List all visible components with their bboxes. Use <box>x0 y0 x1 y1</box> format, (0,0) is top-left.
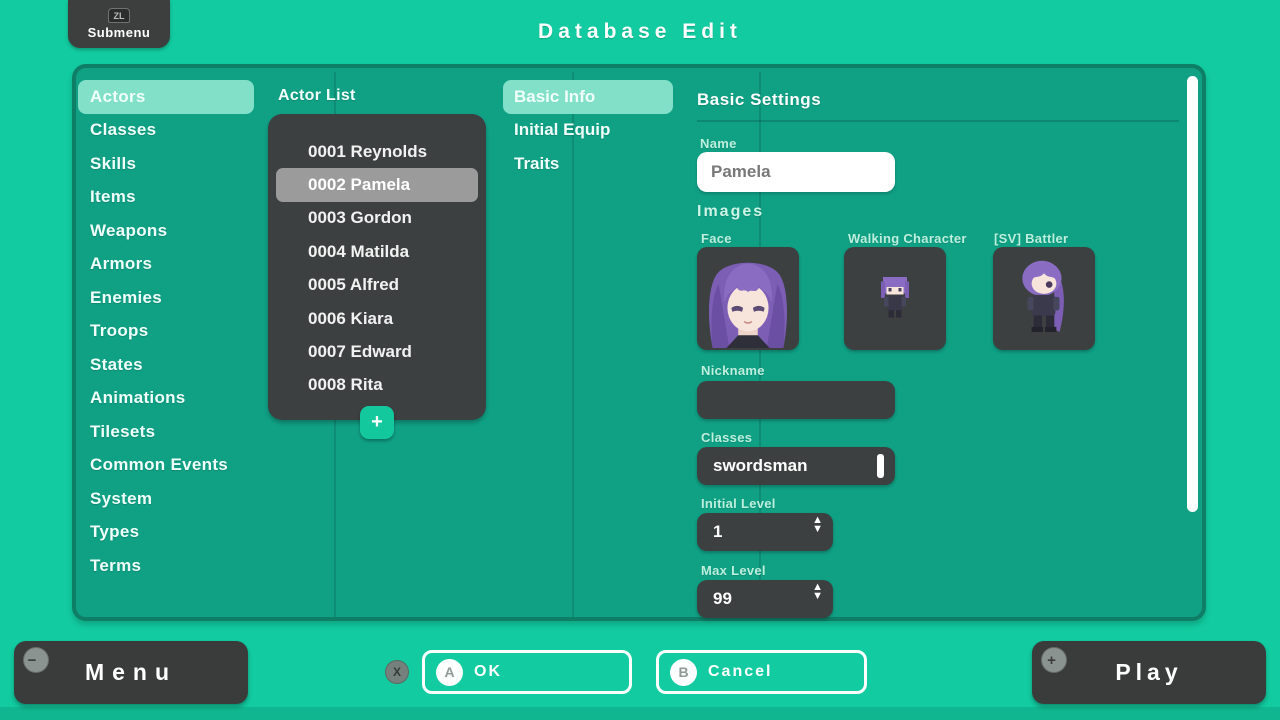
initial-level-stepper[interactable]: 1 ▲ ▼ <box>697 513 833 551</box>
section-divider <box>697 120 1179 122</box>
category-list: Actors Classes Skills Items Weapons Armo… <box>78 80 254 583</box>
play-label: Play <box>1115 659 1182 686</box>
minus-button-icon: − <box>23 647 49 673</box>
max-level-stepper[interactable]: 99 ▲ ▼ <box>697 580 833 618</box>
sidebar-item-terms[interactable]: Terms <box>78 549 254 583</box>
sidebar-item-classes[interactable]: Classes <box>78 114 254 148</box>
tab-basic-info[interactable]: Basic Info <box>503 80 673 114</box>
name-value: Pamela <box>711 162 771 182</box>
sidebar-item-system[interactable]: System <box>78 482 254 516</box>
classes-value: swordsman <box>713 456 807 476</box>
cancel-label: Cancel <box>708 663 772 681</box>
sidebar-item-tilesets[interactable]: Tilesets <box>78 415 254 449</box>
nickname-input[interactable] <box>697 381 895 419</box>
classes-label: Classes <box>701 430 752 445</box>
battler-sprite-image <box>1012 257 1076 341</box>
actor-row-0004[interactable]: 0004 Matilda <box>276 235 478 268</box>
walking-sprite-image <box>875 275 915 323</box>
sv-battler-slot[interactable] <box>993 247 1095 350</box>
database-edit-screen: ZL Submenu Database Edit Actors Classes … <box>0 0 1280 720</box>
sidebar-item-actors[interactable]: Actors <box>78 80 254 114</box>
plus-icon: + <box>371 411 383 434</box>
actor-row-0002[interactable]: 0002 Pamela <box>276 168 478 201</box>
actor-row-0006[interactable]: 0006 Kiara <box>276 302 478 335</box>
walking-character-label: Walking Character <box>848 231 967 246</box>
cancel-button[interactable]: B Cancel <box>656 650 867 694</box>
max-level-label: Max Level <box>701 563 766 578</box>
panel-scrollbar[interactable] <box>1187 76 1198 512</box>
actor-list-header: Actor List <box>278 87 356 105</box>
initial-level-value: 1 <box>713 522 722 542</box>
actor-row-0005[interactable]: 0005 Alfred <box>276 269 478 302</box>
images-header: Images <box>697 203 764 221</box>
sidebar-item-skills[interactable]: Skills <box>78 147 254 181</box>
tab-initial-equip[interactable]: Initial Equip <box>503 114 673 148</box>
bottom-shadow-strip <box>0 707 1280 720</box>
minus-glyph: − <box>28 652 45 669</box>
menu-label: Menu <box>85 659 177 686</box>
menu-button[interactable]: − Menu <box>14 641 248 704</box>
tab-list: Basic Info Initial Equip Traits <box>503 80 673 181</box>
sidebar-item-common-events[interactable]: Common Events <box>78 449 254 483</box>
play-button[interactable]: + Play <box>1032 641 1266 704</box>
stepper-arrows: ▲ ▼ <box>812 583 823 601</box>
actor-row-0008[interactable]: 0008 Rita <box>276 369 478 402</box>
sidebar-item-states[interactable]: States <box>78 348 254 382</box>
face-image-slot[interactable] <box>697 247 799 350</box>
sidebar-item-animations[interactable]: Animations <box>78 382 254 416</box>
sidebar-item-enemies[interactable]: Enemies <box>78 281 254 315</box>
select-cursor-icon <box>877 454 884 478</box>
sidebar-item-troops[interactable]: Troops <box>78 315 254 349</box>
sidebar-item-armors[interactable]: Armors <box>78 248 254 282</box>
stepper-down-icon[interactable]: ▼ <box>812 525 823 534</box>
classes-select[interactable]: swordsman <box>697 447 895 485</box>
face-portrait-image <box>699 250 797 348</box>
actor-list-panel: 0001 Reynolds 0002 Pamela 0003 Gordon 00… <box>268 114 486 420</box>
a-key-icon: A <box>436 659 463 686</box>
actor-row-0007[interactable]: 0007 Edward <box>276 335 478 368</box>
actor-row-0001[interactable]: 0001 Reynolds <box>276 135 478 168</box>
name-label: Name <box>700 136 737 151</box>
walking-character-slot[interactable] <box>844 247 946 350</box>
x-button-icon[interactable]: X <box>385 660 409 684</box>
basic-settings-header: Basic Settings <box>697 90 821 110</box>
ok-button[interactable]: A OK <box>422 650 632 694</box>
add-actor-button[interactable]: + <box>360 406 394 439</box>
sidebar-item-types[interactable]: Types <box>78 516 254 550</box>
nickname-label: Nickname <box>701 363 765 378</box>
actor-items: 0001 Reynolds 0002 Pamela 0003 Gordon 00… <box>276 135 478 402</box>
x-glyph: X <box>393 665 401 679</box>
page-title: Database Edit <box>0 20 1280 44</box>
actor-row-0003[interactable]: 0003 Gordon <box>276 202 478 235</box>
name-input[interactable]: Pamela <box>697 152 895 192</box>
face-label: Face <box>701 231 732 246</box>
sidebar-item-weapons[interactable]: Weapons <box>78 214 254 248</box>
b-key-icon: B <box>670 659 697 686</box>
ok-label: OK <box>474 663 502 681</box>
tab-traits[interactable]: Traits <box>503 147 673 181</box>
initial-level-label: Initial Level <box>701 496 776 511</box>
plus-button-icon: + <box>1041 647 1067 673</box>
plus-glyph: + <box>1047 652 1061 669</box>
sidebar-item-items[interactable]: Items <box>78 181 254 215</box>
stepper-arrows: ▲ ▼ <box>812 516 823 534</box>
max-level-value: 99 <box>713 589 732 609</box>
sv-battler-label: [SV] Battler <box>994 231 1068 246</box>
stepper-down-icon[interactable]: ▼ <box>812 592 823 601</box>
